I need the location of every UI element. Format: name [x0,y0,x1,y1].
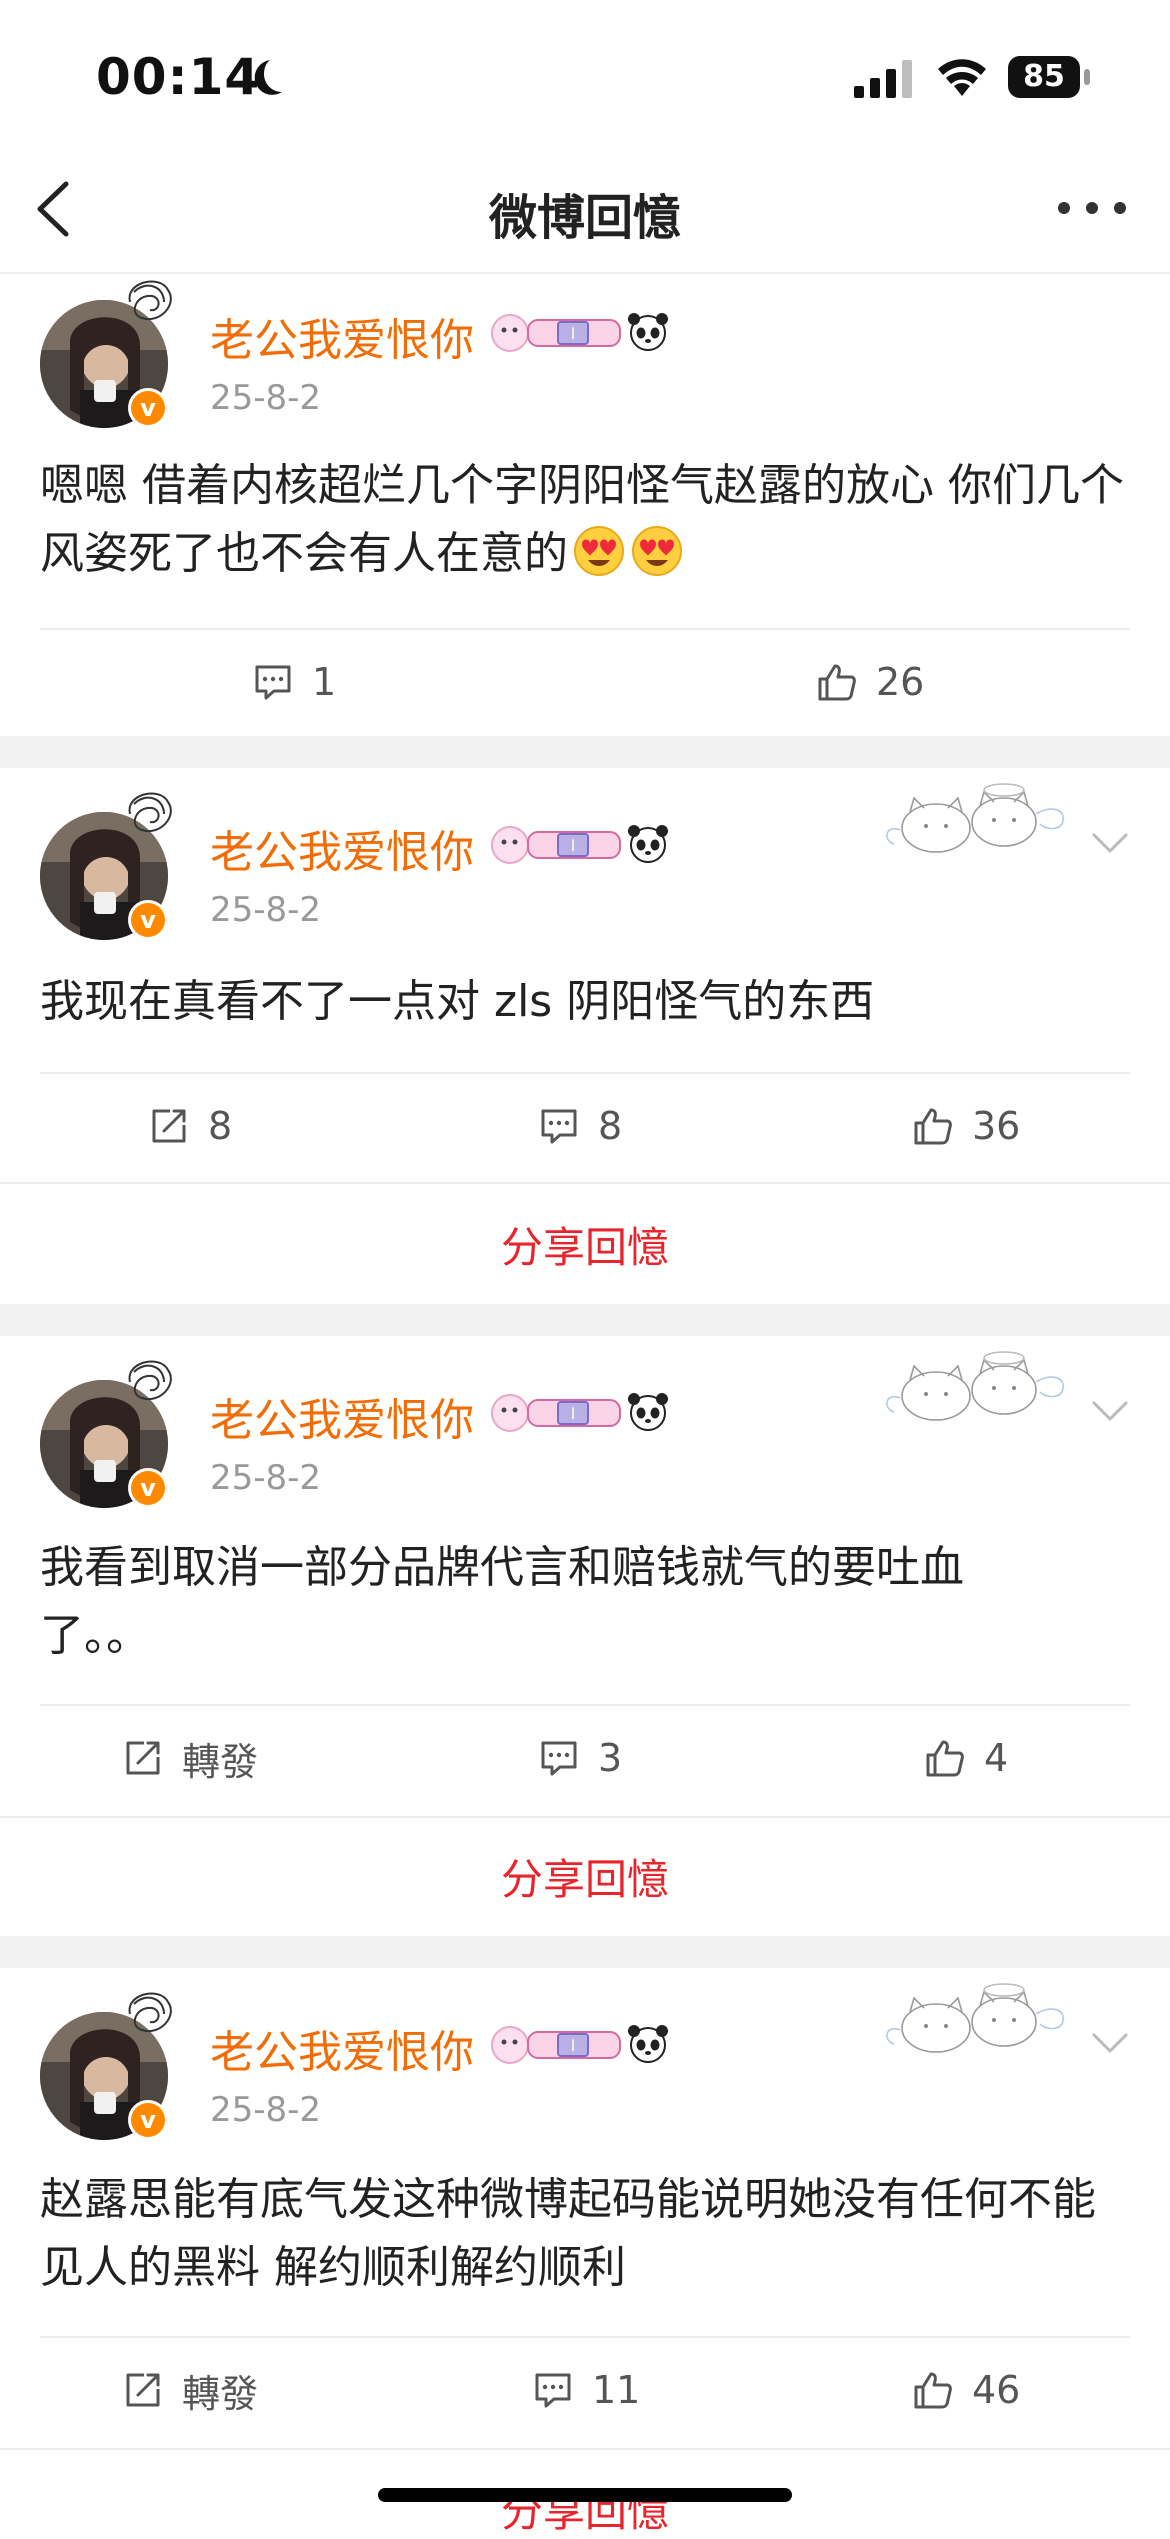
post-card[interactable]: v 老公我爱恨你 25-8-2 我看到取消一部分品牌代言和赔钱就气的要吐血了。。… [0,1336,1170,1936]
user-badges-icon[interactable] [488,1388,668,1438]
verified-badge: v [128,2100,168,2140]
chevron-down-icon[interactable] [1090,830,1130,856]
repost-count: 8 [208,1104,233,1148]
comment-button[interactable]: 1 [252,652,336,712]
avatar-frame-decoration [120,272,180,332]
battery-cap [1084,69,1090,85]
comment-icon [532,2369,574,2411]
card-decoration-icon [876,768,1076,868]
repost-icon [122,2369,164,2411]
post-card[interactable]: v 老公我爱恨你 25-8-2 嗯嗯 借着内核超烂几个字阴阳怪气赵露的放心 你们… [0,274,1170,736]
like-count: 46 [972,2368,1021,2412]
post-date: 25-8-2 [210,378,322,418]
share-memory-button[interactable]: 分享回憶 [0,1846,1170,1907]
like-count: 36 [972,1104,1021,1148]
heart-eyes-emoji-icon [572,524,626,578]
avatar[interactable]: v [40,300,168,428]
avatar-frame-decoration [120,1984,180,2044]
divider [40,1704,1130,1706]
status-time: 00:14 [96,48,261,106]
repost-icon [148,1105,190,1147]
verified-badge: v [128,388,168,428]
avatar-frame-decoration [120,784,180,844]
post-date: 25-8-2 [210,1458,322,1498]
username[interactable]: 老公我爱恨你 [210,304,474,368]
divider [0,1182,1170,1184]
divider [40,628,1130,630]
page-title: 微博回憶 [488,190,681,246]
like-button[interactable]: 4 [924,1728,1008,1788]
like-icon [924,1737,966,1779]
divider [0,1816,1170,1818]
moon-icon [254,60,282,95]
like-count: 26 [876,660,925,704]
comment-icon [538,1737,580,1779]
comment-button[interactable]: 11 [532,2360,640,2420]
signal-icon [854,60,912,98]
share-memory-button[interactable]: 分享回憶 [0,1214,1170,1275]
post-text: 赵露思能有底气发这种微博起码能说明她没有任何不能见人的黑料 解约顺利解约顺利 [40,2174,1096,2293]
comment-button[interactable]: 3 [538,1728,622,1788]
user-badges-icon[interactable] [488,308,668,358]
user-badges-icon[interactable] [488,2020,668,2070]
post-text: 我现在真看不了一点对 zls 阴阳怪气的东西 [40,976,875,1027]
post-date: 25-8-2 [210,890,322,930]
like-icon [912,1105,954,1147]
like-icon [816,661,858,703]
like-count: 4 [984,1736,1009,1780]
comment-count: 1 [312,660,337,704]
username[interactable]: 老公我爱恨你 [210,1384,474,1448]
like-icon [912,2369,954,2411]
more-icon[interactable] [1054,196,1130,220]
nav-bar: 微博回憶 [0,150,1170,274]
avatar[interactable]: v [40,1380,168,1508]
section-gap [0,1936,1170,1968]
repost-icon [122,1737,164,1779]
post-date: 25-8-2 [210,2090,322,2130]
chevron-down-icon[interactable] [1090,2030,1130,2056]
avatar[interactable]: v [40,812,168,940]
divider [0,2448,1170,2450]
repost-label: 轉發 [182,2371,259,2416]
post-card[interactable]: v 老公我爱恨你 25-8-2 我现在真看不了一点对 zls 阴阳怪气的东西 8… [0,768,1170,1304]
comment-icon [538,1105,580,1147]
avatar-frame-decoration [120,1352,180,1412]
battery-indicator: 85 [1008,56,1092,98]
username[interactable]: 老公我爱恨你 [210,2016,474,2080]
card-decoration-icon [876,1968,1076,2068]
post-card[interactable]: v 老公我爱恨你 25-8-2 赵露思能有底气发这种微博起码能说明她没有任何不能… [0,1968,1170,2536]
like-button[interactable]: 46 [912,2360,1020,2420]
like-button[interactable]: 26 [816,652,924,712]
comment-button[interactable]: 8 [538,1096,622,1156]
comment-icon [252,661,294,703]
divider [40,2336,1130,2338]
repost-label: 轉發 [182,1739,259,1784]
status-bar: 00:14 85 [0,0,1170,150]
username[interactable]: 老公我爱恨你 [210,816,474,880]
avatar[interactable]: v [40,2012,168,2140]
heart-eyes-emoji-icon [630,524,684,578]
post-text: 嗯嗯 借着内核超烂几个字阴阳怪气赵露的放心 你们几个风姿死了也不会有人在意的 [40,452,1130,588]
repost-button[interactable]: 8 [148,1096,232,1156]
battery-level: 85 [1008,56,1080,98]
card-decoration-icon [876,1336,1076,1436]
chevron-down-icon[interactable] [1090,1398,1130,1424]
section-gap [0,736,1170,768]
divider [40,1072,1130,1074]
repost-button[interactable]: 轉發 [122,2360,258,2420]
comment-count: 3 [598,1736,623,1780]
verified-badge: v [128,900,168,940]
comment-count: 11 [592,2368,641,2412]
post-text: 我看到取消一部分品牌代言和赔钱就气的要吐血了。。 [40,1542,964,1661]
repost-button[interactable]: 轉發 [122,1728,258,1788]
comment-count: 8 [598,1104,623,1148]
section-gap [0,1304,1170,1336]
user-badges-icon[interactable] [488,820,668,870]
home-indicator[interactable] [378,2488,792,2502]
like-button[interactable]: 36 [912,1096,1020,1156]
verified-badge: v [128,1468,168,1508]
wifi-icon [938,59,986,96]
